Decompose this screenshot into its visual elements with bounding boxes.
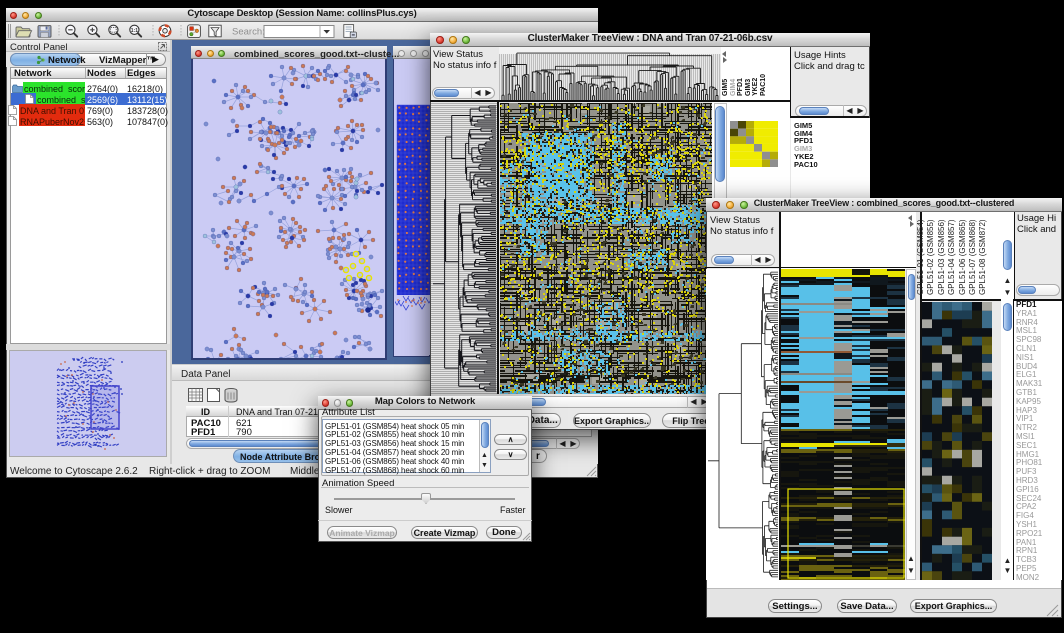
svg-text:Search:: Search: [232, 27, 265, 38]
svg-text:1:1: 1:1 [131, 28, 138, 34]
